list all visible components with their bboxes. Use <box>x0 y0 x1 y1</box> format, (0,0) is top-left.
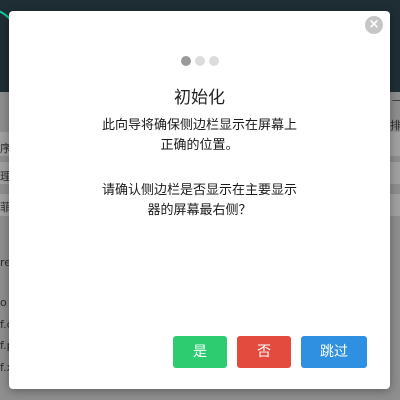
yes-button[interactable]: 是 <box>173 336 227 368</box>
question-text: 器的屏幕最右侧？ <box>147 203 252 218</box>
background-text: o <box>0 296 7 309</box>
no-button[interactable]: 否 <box>237 336 291 368</box>
step-dot <box>208 56 219 66</box>
background-text: 排 <box>390 119 400 132</box>
description-text: 此向导将确保侧边栏显示在屏幕上 <box>101 118 297 133</box>
background-text: 一 <box>392 97 400 107</box>
skip-button[interactable]: 跳过 <box>301 336 367 368</box>
description-text: 正确的位置。 <box>160 138 239 153</box>
dialog-title: 初始化 <box>174 88 225 108</box>
init-dialog: × 初始化 此向导将确保侧边栏显示在屏幕上 正确的位置。 请确认侧边栏是否显示在… <box>9 11 390 389</box>
step-dot <box>194 56 205 66</box>
step-dot <box>180 56 191 66</box>
close-icon[interactable]: × <box>365 16 383 34</box>
step-indicator <box>9 51 390 70</box>
question-text: 请确认侧边栏是否显示在主要显示 <box>101 183 297 198</box>
